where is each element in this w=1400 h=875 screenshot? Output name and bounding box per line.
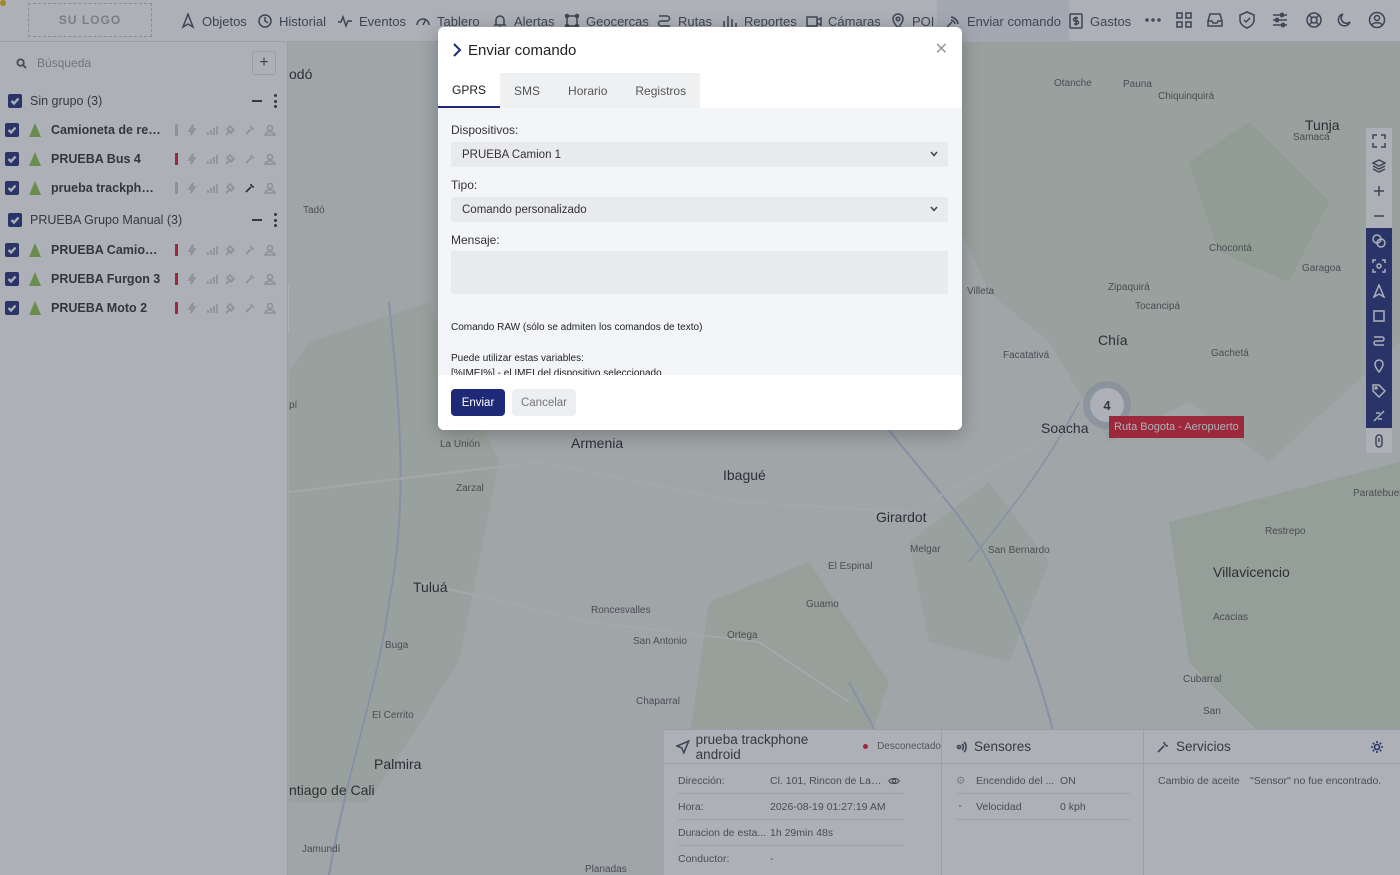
tab-sms[interactable]: SMS — [500, 73, 555, 108]
chevron-down-icon — [930, 206, 938, 212]
devices-label: Dispositivos: — [451, 123, 519, 137]
chevron-right-icon — [453, 43, 462, 57]
dialog-body: Dispositivos: PRUEBA Camion 1 Tipo: Coma… — [438, 108, 962, 379]
tab-registros[interactable]: Registros — [621, 73, 701, 108]
variables-title: Puede utilizar estas variables: — [451, 353, 584, 364]
tab-horario[interactable]: Horario — [554, 73, 622, 108]
dialog-header: Enviar comando — [438, 27, 962, 73]
devices-select[interactable]: PRUEBA Camion 1 — [451, 142, 948, 167]
cancel-button[interactable]: Cancelar — [512, 389, 576, 416]
send-command-dialog: Enviar comando ✕ GPRS SMS Horario Regist… — [438, 27, 962, 430]
command-tabs: GPRS SMS Horario Registros — [438, 73, 962, 108]
raw-command-hint: Comando RAW (sólo se admiten los comando… — [451, 322, 703, 333]
chevron-down-icon — [930, 151, 938, 157]
close-icon[interactable]: ✕ — [935, 39, 948, 59]
type-select[interactable]: Comando personalizado — [451, 197, 948, 222]
tab-gprs[interactable]: GPRS — [438, 73, 501, 108]
message-textarea[interactable] — [451, 251, 948, 294]
type-select-value: Comando personalizado — [462, 203, 587, 216]
type-label: Tipo: — [451, 178, 478, 192]
dialog-footer: Enviar Cancelar — [438, 375, 962, 430]
message-label: Mensaje: — [451, 233, 500, 247]
devices-select-value: PRUEBA Camion 1 — [462, 148, 562, 161]
send-button[interactable]: Enviar — [451, 389, 505, 416]
tabs-spacer — [700, 73, 962, 108]
dialog-title: Enviar comando — [468, 41, 577, 59]
